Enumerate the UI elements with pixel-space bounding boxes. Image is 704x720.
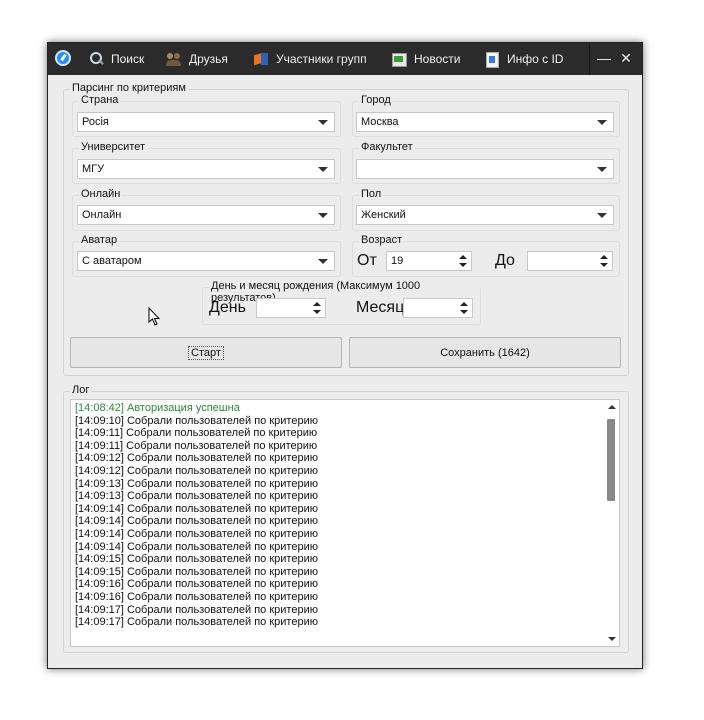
friends-icon (166, 51, 182, 67)
chevron-down-icon (597, 167, 607, 172)
log-line: [14:09:11] Собрали пользователей по крит… (75, 427, 318, 440)
spin-down-icon[interactable] (460, 310, 468, 314)
avatar-select[interactable]: С аватаром (77, 251, 335, 271)
tab-label: Поиск (111, 52, 145, 66)
log-line: [14:09:16] Собрали пользователей по крит… (75, 591, 318, 603)
sex-label: Пол (359, 188, 384, 200)
tab-label: Друзья (189, 52, 228, 66)
tab-search[interactable]: Поиск (82, 43, 158, 75)
online-label: Онлайн (79, 188, 123, 200)
city-label: Город (359, 94, 393, 106)
age-label: Возраст (359, 234, 405, 246)
app-logo-icon (55, 50, 71, 66)
chevron-down-icon (597, 120, 607, 125)
month-label: Месяц (356, 299, 405, 316)
spin-down-icon[interactable] (313, 310, 321, 314)
chevron-down-icon (318, 259, 328, 264)
start-button-label: Старт (188, 345, 224, 360)
country-value: Росія (82, 116, 109, 128)
day-spinner[interactable] (256, 298, 326, 318)
minimize-button[interactable]: — (596, 51, 612, 67)
spin-down-icon[interactable] (600, 263, 608, 267)
scroll-thumb[interactable] (607, 419, 615, 501)
university-label: Университет (79, 141, 148, 153)
online-select[interactable]: Онлайн (77, 205, 335, 225)
save-button-label: Сохранить (1642) (440, 346, 530, 359)
log-title: Лог (70, 384, 92, 396)
age-to-label: До (495, 252, 515, 269)
spin-up-icon[interactable] (460, 302, 468, 306)
log-line: [14:09:13] Собрали пользователей по крит… (75, 477, 318, 490)
tab-friends[interactable]: Друзья (166, 43, 228, 75)
search-icon (88, 51, 104, 67)
age-from-value: 19 (391, 255, 404, 267)
month-spinner[interactable] (403, 298, 473, 318)
log-line: [14:09:15] Собрали пользователей по крит… (75, 565, 318, 578)
log-line: [14:09:13] Собрали пользователей по крит… (75, 490, 318, 503)
log-line: [14:09:16] Собрали пользователей по крит… (75, 578, 318, 591)
info-icon (484, 51, 500, 68)
save-button[interactable]: Сохранить (1642) (349, 337, 621, 368)
news-icon (391, 51, 407, 67)
group-title: Парсинг по критериям (70, 82, 188, 94)
spin-down-icon[interactable] (459, 263, 467, 267)
sex-select[interactable]: Женский (356, 205, 614, 225)
scroll-down-icon[interactable] (608, 637, 616, 641)
log-line: [14:09:11] Собрали пользователей по крит… (75, 439, 318, 452)
log-line: [14:09:14] Собрали пользователей по крит… (75, 540, 318, 553)
spin-up-icon[interactable] (600, 255, 608, 259)
log-line: [14:09:14] Собрали пользователей по крит… (75, 502, 318, 515)
chevron-down-icon (597, 213, 607, 218)
tab-label: Инфо с ID (507, 52, 564, 66)
close-button[interactable]: ✕ (618, 51, 634, 67)
tab-label: Новости (414, 52, 461, 66)
log-line: [14:09:14] Собрали пользователей по крит… (75, 515, 318, 528)
log-line: [14:09:14] Собрали пользователей по крит… (75, 528, 318, 540)
log-line: [14:09:17] Собрали пользователей по крит… (75, 616, 318, 629)
log-line: [14:09:15] Собрали пользователей по крит… (75, 553, 318, 566)
city-select[interactable]: Москва (356, 112, 614, 132)
avatar-label: Аватар (79, 234, 120, 246)
title-separator (589, 43, 590, 75)
log-line: [14:09:17] Собрали пользователей по крит… (75, 603, 318, 616)
age-to-spinner[interactable] (527, 251, 613, 271)
faculty-label: Факультет (359, 141, 415, 153)
log-line: [14:09:10] Собрали пользователей по крит… (75, 414, 318, 427)
log-scrollbar[interactable] (605, 400, 619, 646)
avatar-value: С аватаром (82, 255, 142, 267)
tab-news[interactable]: Новости (391, 43, 460, 75)
faculty-select[interactable] (356, 159, 614, 179)
day-label: День (209, 299, 246, 316)
chevron-down-icon (318, 213, 328, 218)
scroll-up-icon[interactable] (608, 405, 616, 409)
country-label: Страна (79, 94, 121, 106)
online-value: Онлайн (82, 209, 122, 221)
spin-up-icon[interactable] (459, 255, 467, 259)
university-select[interactable]: МГУ (77, 159, 335, 179)
start-button[interactable]: Старт (70, 337, 342, 368)
app-window: Поиск Друзья Участники групп Новости Инф… (47, 42, 643, 669)
city-value: Москва (361, 116, 399, 128)
groups-icon (253, 51, 269, 67)
age-from-spinner[interactable]: 19 (386, 251, 472, 271)
log-line: [14:09:12] Собрали пользователей по крит… (75, 465, 318, 477)
chevron-down-icon (318, 120, 328, 125)
log-line: [14:08:42] Авторизация успешна (75, 402, 240, 414)
log-output[interactable]: [14:08:42] Авторизация успешна [14:09:10]… (70, 399, 620, 647)
university-value: МГУ (82, 163, 105, 175)
tab-info-by-id[interactable]: Инфо с ID (484, 43, 563, 75)
title-bar: Поиск Друзья Участники групп Новости Инф… (48, 43, 642, 75)
log-line: [14:09:12] Собрали пользователей по крит… (75, 452, 318, 465)
spin-up-icon[interactable] (313, 302, 321, 306)
tab-group-members[interactable]: Участники групп (253, 43, 367, 75)
tab-label: Участники групп (276, 52, 367, 66)
chevron-down-icon (318, 167, 328, 172)
sex-value: Женский (361, 209, 406, 221)
age-from-label: От (357, 252, 377, 269)
country-select[interactable]: Росія (77, 112, 335, 132)
